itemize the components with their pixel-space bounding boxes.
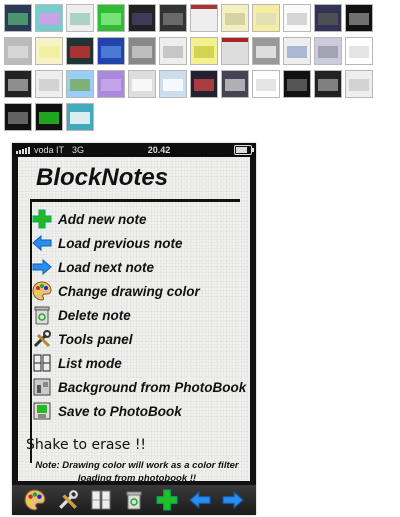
thumbnail[interactable] [159,4,187,32]
thumbnail[interactable] [128,70,156,98]
footnote: Note: Drawing color will work as a color… [35,460,239,484]
signal-icon [16,146,30,154]
thumbnail[interactable] [128,4,156,32]
thumbnail-row [4,4,396,32]
plus-icon[interactable] [154,488,180,512]
menu-item-label: Tools panel [58,331,133,347]
thumbnail[interactable] [283,4,311,32]
help-menu: Add new note Load previous note Load nex… [32,207,246,423]
thumbnail[interactable] [4,4,32,32]
list-mode-icon [32,353,52,373]
photo-background-icon [32,377,52,397]
menu-item-save-photobook[interactable]: Save to PhotoBook [32,399,246,423]
thumbnail[interactable] [252,70,280,98]
thumbnail-gallery [4,4,396,136]
plus-icon [32,209,52,229]
thumbnail[interactable] [345,37,373,65]
thumbnail[interactable] [159,70,187,98]
thumbnail[interactable] [97,4,125,32]
thumbnail-row [4,37,396,65]
thumbnail[interactable] [35,70,63,98]
arrow-right-icon [32,257,52,277]
thumbnail[interactable] [283,37,311,65]
title-underline [30,199,240,202]
thumbnail[interactable] [190,4,218,32]
thumbnail[interactable] [314,4,342,32]
menu-item-label: Delete note [58,307,131,323]
page-title: BlockNotes [36,164,169,191]
shake-hint: Shake to erase !! [26,437,147,453]
thumbnail[interactable] [283,70,311,98]
thumbnail[interactable] [4,103,32,131]
thumbnail[interactable] [252,37,280,65]
list-mode-icon[interactable] [88,488,114,512]
thumbnail[interactable] [345,4,373,32]
menu-item-label: Load next note [58,259,155,275]
thumbnail-row [4,103,396,131]
thumbnail[interactable] [221,4,249,32]
menu-item-delete-note[interactable]: Delete note [32,303,246,327]
menu-item-background-photobook[interactable]: Background from PhotoBook [32,375,246,399]
menu-item-next-note[interactable]: Load next note [32,255,246,279]
status-bar: voda IT 3G 20.42 [12,143,256,157]
thumbnail[interactable] [97,37,125,65]
thumbnail[interactable] [314,37,342,65]
network-label: 3G [72,145,85,155]
thumbnail[interactable] [190,37,218,65]
arrow-left-icon[interactable] [187,488,213,512]
thumbnail[interactable] [66,37,94,65]
bottom-toolbar [12,485,256,515]
carrier-label: voda IT [34,145,65,155]
thumbnail[interactable] [190,70,218,98]
menu-item-label: List mode [58,355,122,371]
trash-icon [32,305,52,325]
menu-item-label: Change drawing color [58,283,200,299]
menu-item-previous-note[interactable]: Load previous note [32,231,246,255]
thumbnail[interactable] [4,70,32,98]
note-page[interactable]: BlockNotes Add new note Load previous no… [18,157,250,484]
battery-icon [234,145,254,155]
thumbnail[interactable] [66,70,94,98]
palette-icon [32,281,52,301]
thumbnail[interactable] [314,70,342,98]
palette-icon[interactable] [22,488,48,512]
thumbnail[interactable] [35,4,63,32]
save-photo-icon [32,401,52,421]
thumbnail[interactable] [221,70,249,98]
thumbnail[interactable] [66,4,94,32]
phone-screen: voda IT 3G 20.42 BlockNotes Add new note… [12,143,256,515]
thumbnail[interactable] [66,103,94,131]
thumbnail[interactable] [252,4,280,32]
tools-icon [32,329,52,349]
arrow-right-icon[interactable] [220,488,246,512]
thumbnail[interactable] [159,37,187,65]
thumbnail[interactable] [35,37,63,65]
thumbnail[interactable] [35,103,63,131]
thumbnail[interactable] [128,37,156,65]
menu-item-label: Load previous note [58,235,183,251]
menu-item-label: Background from PhotoBook [58,379,247,395]
menu-item-label: Save to PhotoBook [58,403,182,419]
thumbnail[interactable] [4,37,32,65]
trash-icon[interactable] [121,488,147,512]
menu-item-label: Add new note [58,211,147,227]
menu-item-add-note[interactable]: Add new note [32,207,246,231]
thumbnail[interactable] [97,70,125,98]
thumbnail[interactable] [345,70,373,98]
menu-item-list-mode[interactable]: List mode [32,351,246,375]
menu-item-drawing-color[interactable]: Change drawing color [32,279,246,303]
arrow-left-icon [32,233,52,253]
thumbnail-row [4,70,396,98]
menu-item-tools-panel[interactable]: Tools panel [32,327,246,351]
clock: 20.42 [147,145,171,155]
tools-icon[interactable] [55,488,81,512]
thumbnail[interactable] [221,37,249,65]
